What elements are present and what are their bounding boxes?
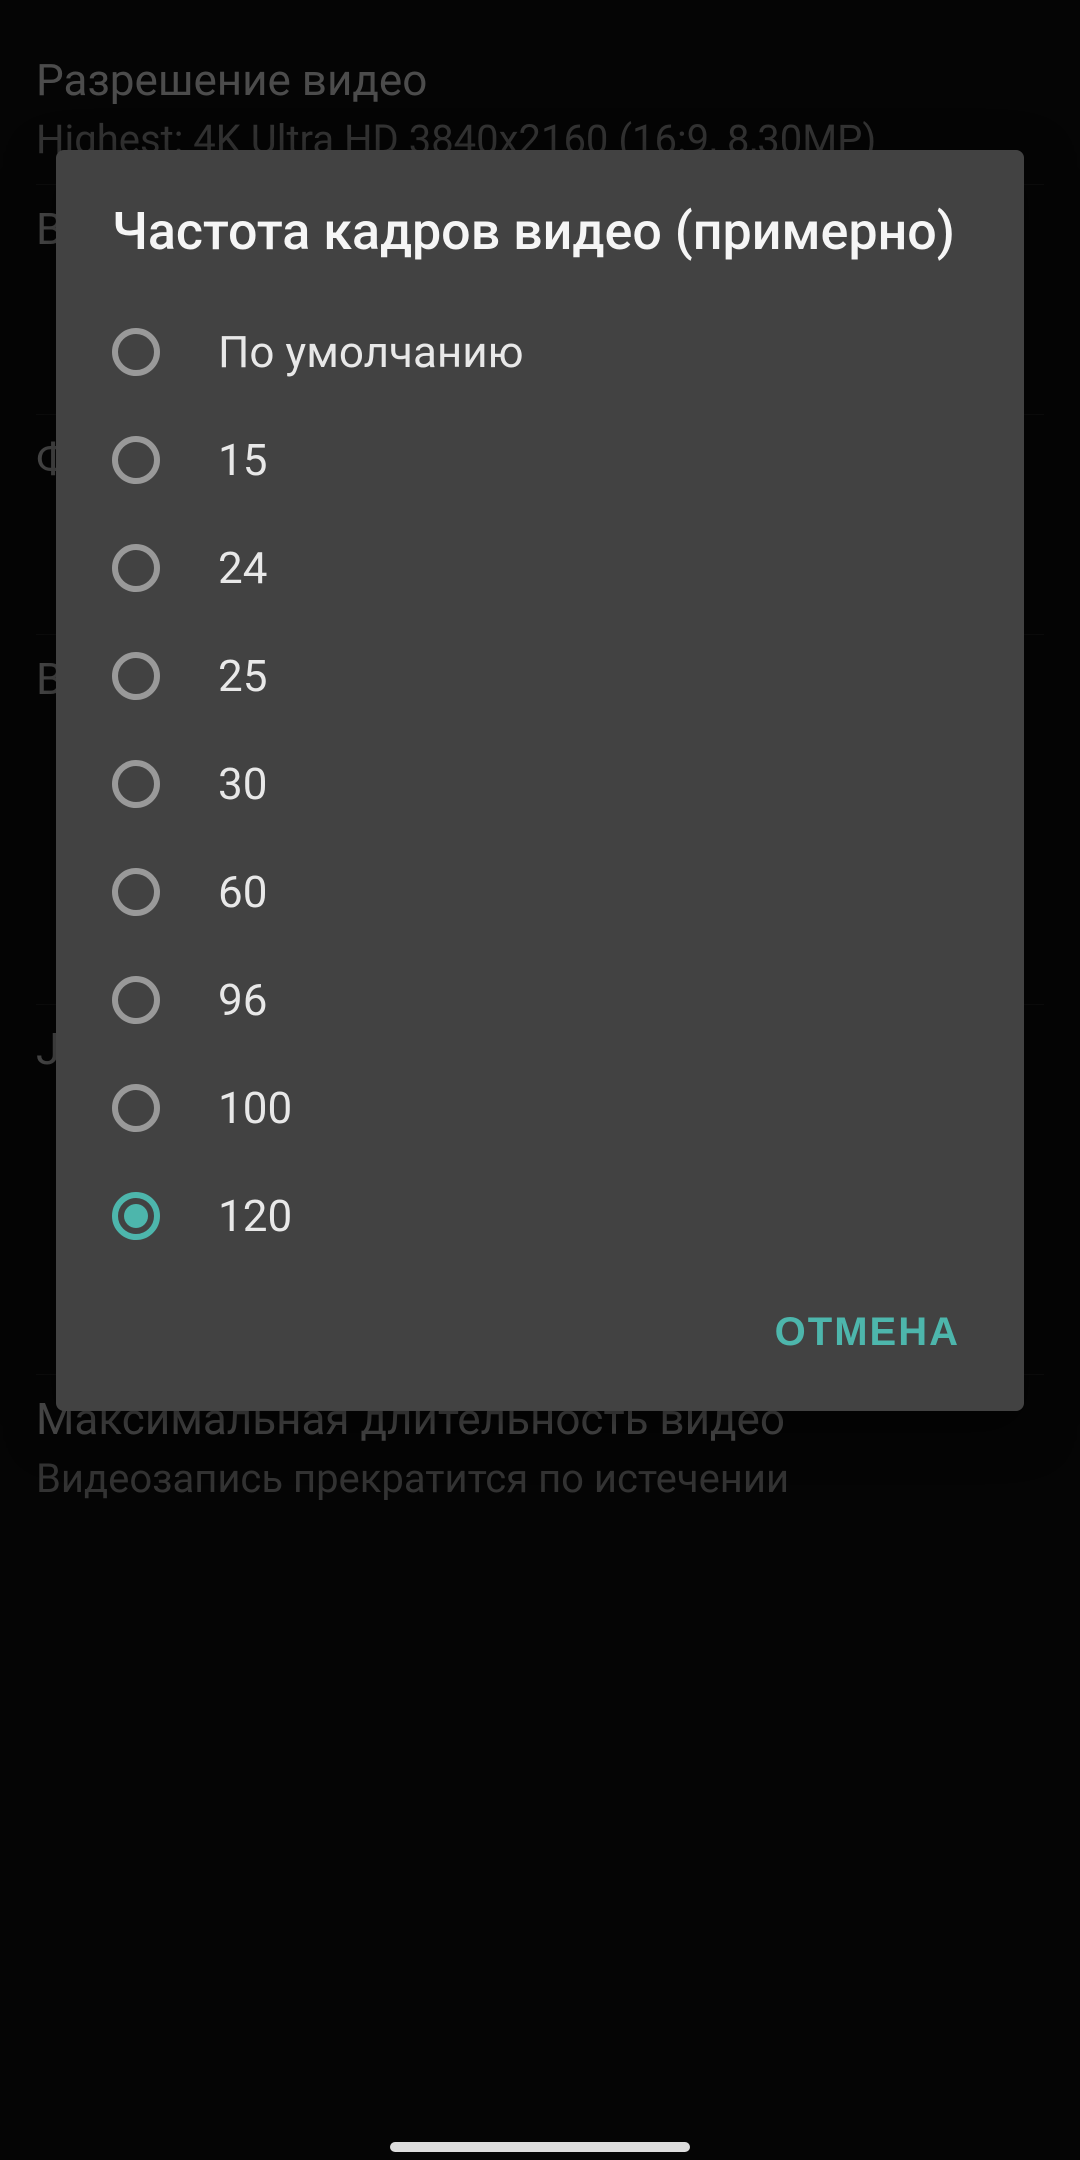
radio-option[interactable]: 24 — [56, 514, 1024, 622]
radio-option[interactable]: 96 — [56, 946, 1024, 1054]
dialog-title: Частота кадров видео (примерно) — [56, 198, 1024, 298]
radio-icon — [112, 1084, 160, 1132]
radio-label: 120 — [218, 1190, 292, 1242]
dialog-actions: ОТМЕНА — [56, 1270, 1024, 1387]
navigation-bar-handle[interactable] — [390, 2142, 690, 2152]
radio-option[interactable]: По умолчанию — [56, 298, 1024, 406]
radio-option-list: По умолчанию 15 24 25 30 60 96 100 120 — [56, 298, 1024, 1270]
radio-label: 24 — [218, 542, 267, 594]
radio-icon — [112, 544, 160, 592]
frame-rate-dialog: Частота кадров видео (примерно) По умолч… — [56, 150, 1024, 1411]
radio-label: 15 — [218, 434, 267, 486]
radio-option[interactable]: 60 — [56, 838, 1024, 946]
cancel-button[interactable]: ОТМЕНА — [751, 1294, 984, 1371]
radio-icon — [112, 436, 160, 484]
radio-label: 60 — [218, 866, 267, 918]
radio-option[interactable]: 120 — [56, 1162, 1024, 1270]
radio-label: 30 — [218, 758, 267, 810]
radio-icon — [112, 868, 160, 916]
radio-icon — [112, 1192, 160, 1240]
radio-option[interactable]: 100 — [56, 1054, 1024, 1162]
radio-option[interactable]: 15 — [56, 406, 1024, 514]
radio-icon — [112, 652, 160, 700]
radio-label: 25 — [218, 650, 267, 702]
radio-option[interactable]: 25 — [56, 622, 1024, 730]
radio-label: 100 — [218, 1082, 292, 1134]
radio-option[interactable]: 30 — [56, 730, 1024, 838]
radio-label: По умолчанию — [218, 326, 524, 378]
radio-icon — [112, 976, 160, 1024]
radio-icon — [112, 760, 160, 808]
radio-label: 96 — [218, 974, 267, 1026]
radio-icon — [112, 328, 160, 376]
